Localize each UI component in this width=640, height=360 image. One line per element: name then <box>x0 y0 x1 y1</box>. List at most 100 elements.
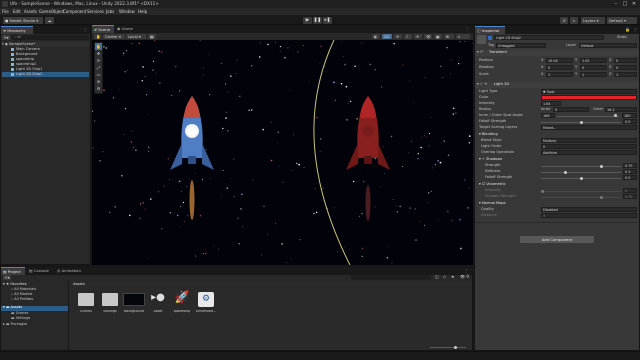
lock-icon[interactable]: 🔒 <box>625 28 630 32</box>
filter-label-icon[interactable]: ◇ <box>443 275 446 279</box>
hierarchy-search-input[interactable]: ⌕ All <box>12 35 89 40</box>
light-type-dropdown[interactable]: ✺ Spot <box>541 89 637 94</box>
vol-intensity-slider[interactable] <box>541 191 621 192</box>
transform-header[interactable]: ▾ ⤧ Transform <box>475 50 639 56</box>
transform-x-input[interactable]: 10.04 <box>546 58 573 63</box>
grid-icon[interactable]: ▦ <box>148 34 156 39</box>
create-asset-button[interactable]: +▾ <box>3 275 11 280</box>
spot-inner-input[interactable]: 166 <box>541 113 555 118</box>
shadows-checkbox[interactable]: ✓ <box>482 157 485 161</box>
light2d-header[interactable]: ▾ ✓ ☀ Light 2D <box>475 82 639 88</box>
shadows-header[interactable]: ▾ ✓ Shadows <box>479 157 502 162</box>
hierarchy-row-selected[interactable]: Light 2D Ship2 <box>2 72 89 77</box>
more-icon[interactable]: ⋮ <box>633 28 637 32</box>
visibility-icon[interactable]: 👁 9 <box>460 275 469 279</box>
transform-x-input[interactable]: 0 <box>546 65 573 70</box>
pause-button[interactable]: ❚❚ <box>313 16 322 24</box>
search-icon[interactable]: ⌕ <box>570 16 578 24</box>
more-icon[interactable]: ⋮ <box>465 27 469 31</box>
vol-shadow-slider[interactable] <box>541 197 621 198</box>
spaceship-red[interactable] <box>346 96 390 221</box>
layer-dropdown[interactable]: Default <box>579 43 637 48</box>
transform-z-input[interactable]: 0 <box>614 58 637 63</box>
vol-shadow-knob[interactable] <box>600 195 603 199</box>
vol-shadow-input[interactable]: 0.75 <box>623 194 637 199</box>
audio-icon[interactable]: ♪ <box>404 34 412 39</box>
spot-angle-knob[interactable] <box>614 114 617 117</box>
distance-input[interactable]: 3 <box>541 213 637 218</box>
add-button[interactable]: +▾ <box>2 35 10 40</box>
tab-game[interactable]: ◉ Game <box>115 25 135 33</box>
tab-console[interactable]: ▤ Console <box>27 267 53 275</box>
filter-type-icon[interactable]: ◫ <box>435 275 439 279</box>
menu-component[interactable]: Component <box>63 9 86 14</box>
transform-y-input[interactable]: 1.02 <box>580 58 607 63</box>
volumetric-header[interactable]: ▾ ☐ Volumetric <box>479 182 506 187</box>
more-icon[interactable]: ⋮ <box>464 269 468 273</box>
tab-hierarchy[interactable]: ≡ Hierarchy <box>1 26 33 34</box>
view-tool-icon[interactable]: ✋ <box>95 43 102 50</box>
scene-viewport[interactable]: ✋ ✥ ⟳ ⤢ ▭ ⊞ ⚙ <box>92 39 473 265</box>
project-search-input[interactable] <box>351 275 431 280</box>
menu-file[interactable]: File <box>2 9 9 14</box>
effects-icon[interactable]: ✦ <box>414 34 422 39</box>
tab-animation[interactable]: ◎ Animation <box>55 267 87 275</box>
layout-dropdown[interactable]: Default ▾ <box>607 16 637 24</box>
tab-inspector[interactable]: ⓘ Inspector <box>475 26 505 34</box>
softness-slider[interactable] <box>541 172 621 173</box>
rotate-tool-icon[interactable]: ⟳ <box>95 57 102 64</box>
shadow-strength-slider[interactable] <box>541 166 621 167</box>
packages-tree-root[interactable]: ▸ ▬ Packages <box>3 322 27 327</box>
normal-maps-header[interactable]: ▾ Normal Maps <box>479 201 506 206</box>
object-name-input[interactable]: Light 2D Ship2 <box>494 35 604 40</box>
spaceship-blue[interactable] <box>170 96 214 220</box>
blend-style-dropdown[interactable]: Multiply <box>541 138 637 143</box>
transform-x-input[interactable]: 1 <box>546 72 573 77</box>
maximize-button[interactable]: □ <box>621 1 629 7</box>
color-field[interactable] <box>541 95 637 100</box>
transform-tool-icon[interactable]: ⊞ <box>95 78 102 85</box>
mode-2d-toggle[interactable]: 2D <box>382 34 392 39</box>
cloud-icon[interactable]: ☁ <box>45 16 54 24</box>
scene-search-icon[interactable]: ⌕ <box>456 34 470 39</box>
overlap-dropdown[interactable]: Additive <box>541 150 637 155</box>
volumetric-checkbox[interactable]: ☐ <box>482 182 485 186</box>
transform-z-input[interactable]: 1 <box>614 72 637 77</box>
custom-tool-icon[interactable]: ⚙ <box>95 85 102 92</box>
transform-z-input[interactable]: 0 <box>614 65 637 70</box>
menu-edit[interactable]: Edit <box>13 9 21 14</box>
intensity-input[interactable]: 1.64 <box>541 101 561 106</box>
quality-dropdown[interactable]: Disabled <box>541 207 637 212</box>
menu-jobs[interactable]: Jobs <box>106 9 114 14</box>
gizmos-icon[interactable]: ⊕ <box>444 34 454 39</box>
target-layers-dropdown[interactable]: Mixed... <box>541 125 637 130</box>
assets-tree-item[interactable]: ▬ Settings <box>11 316 30 321</box>
menu-window[interactable]: Window <box>119 9 135 14</box>
softness-input[interactable]: 0.3 <box>623 169 637 174</box>
vol-intensity-knob[interactable] <box>541 189 544 193</box>
softness-knob[interactable] <box>564 170 567 174</box>
radius-inner-input[interactable]: 0 <box>553 107 589 112</box>
minimize-button[interactable]: – <box>612 1 620 7</box>
falloff-knob[interactable] <box>580 120 583 124</box>
shadow-strength-input[interactable]: 0.75 <box>623 163 637 168</box>
tab-scene[interactable]: # Scene <box>92 25 114 33</box>
menu-gameobject[interactable]: GameObject <box>39 9 64 14</box>
rect-tool-icon[interactable]: ▭ <box>95 71 102 78</box>
favorite-icon[interactable]: ★ <box>451 275 455 279</box>
history-icon[interactable]: ↺ <box>560 16 568 24</box>
blending-header[interactable]: ▾ Blending <box>479 132 498 137</box>
menu-assets[interactable]: Assets <box>24 9 37 14</box>
breadcrumb[interactable]: Assets <box>73 282 85 287</box>
hand-tool-icon[interactable]: ✋ <box>94 34 101 39</box>
account-dropdown[interactable]: ● Rabbit Studio ▾ <box>3 16 43 24</box>
add-component-button[interactable]: Add Component <box>520 236 594 243</box>
shadow-strength-knob[interactable] <box>600 164 603 168</box>
falloff-input[interactable]: 0.5 <box>623 119 637 124</box>
camera-icon[interactable]: ▣ <box>434 34 442 39</box>
move-tool-icon[interactable]: ✥ <box>95 50 102 57</box>
spot-angle-slider[interactable] <box>557 115 619 117</box>
play-button[interactable]: ▶ <box>303 16 312 24</box>
more-icon[interactable]: ⋮ <box>83 28 87 32</box>
radius-outer-input[interactable]: 16.2 <box>605 107 637 112</box>
